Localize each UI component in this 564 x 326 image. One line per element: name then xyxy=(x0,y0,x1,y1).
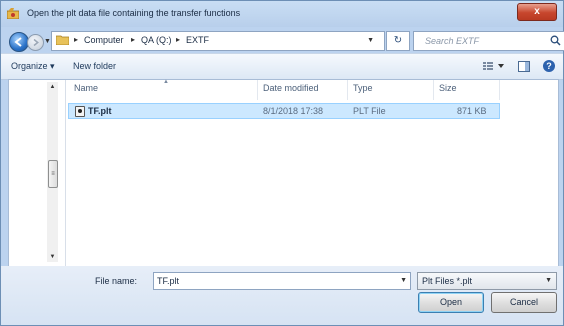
refresh-icon: ↻ xyxy=(393,35,403,46)
column-separator[interactable] xyxy=(499,80,500,100)
back-arrow-icon xyxy=(14,37,22,47)
forward-button[interactable] xyxy=(27,34,44,51)
file-name-value: TF.plt xyxy=(157,276,180,286)
scroll-up-arrow-icon[interactable]: ▲ xyxy=(47,84,58,90)
help-icon[interactable]: ? xyxy=(543,60,555,72)
column-header-date[interactable]: Date modified xyxy=(263,83,319,93)
refresh-button[interactable]: ↻ xyxy=(386,31,410,51)
pane-divider[interactable] xyxy=(65,80,66,266)
forward-arrow-icon xyxy=(33,38,39,47)
file-type: PLT File xyxy=(353,106,386,116)
column-header-name[interactable]: Name xyxy=(74,83,98,93)
search-icon[interactable] xyxy=(550,35,561,46)
navigation-bar: ▼ ▸ Computer ▸ QA (Q:) ▸ EXTF ▼ ↻ Search… xyxy=(1,27,564,53)
app-icon xyxy=(6,8,20,20)
breadcrumb-computer[interactable]: Computer xyxy=(84,35,124,45)
address-bar[interactable]: ▸ Computer ▸ QA (Q:) ▸ EXTF ▼ xyxy=(51,31,385,51)
close-button[interactable]: x xyxy=(517,3,557,21)
file-name-input[interactable]: TF.plt ▼ xyxy=(153,272,411,290)
file-type-filter-value: Plt Files *.plt xyxy=(422,276,473,286)
open-file-dialog: Open the plt data file containing the tr… xyxy=(0,0,564,326)
file-row-selected[interactable]: TF.plt 8/1/2018 17:38 PLT File 871 KB xyxy=(68,103,500,119)
file-name: TF.plt xyxy=(88,106,112,116)
file-name-label: File name: xyxy=(95,276,138,286)
cancel-button[interactable]: Cancel xyxy=(491,292,557,313)
plt-file-icon xyxy=(75,106,85,117)
new-folder-button[interactable]: New folder xyxy=(73,61,116,71)
navigation-pane[interactable]: ▲ ≡ ▼ xyxy=(9,80,65,266)
file-date: 8/1/2018 17:38 xyxy=(263,106,324,116)
change-view-button[interactable] xyxy=(483,61,505,73)
back-button[interactable] xyxy=(9,32,29,52)
address-dropdown-icon[interactable]: ▼ xyxy=(367,37,374,44)
scrollbar-thumb[interactable]: ≡ xyxy=(48,160,58,188)
scroll-down-arrow-icon[interactable]: ▼ xyxy=(47,254,58,260)
breadcrumb-chevron-icon[interactable]: ▸ xyxy=(74,35,78,44)
search-input[interactable]: Search EXTF xyxy=(413,31,564,51)
folder-icon xyxy=(55,35,70,46)
column-separator[interactable] xyxy=(347,80,348,100)
column-header-type[interactable]: Type xyxy=(353,83,373,93)
column-header-size[interactable]: Size xyxy=(439,83,457,93)
breadcrumb-chevron-icon[interactable]: ▸ xyxy=(131,35,135,44)
search-placeholder: Search EXTF xyxy=(425,36,480,46)
column-separator[interactable] xyxy=(257,80,258,100)
organize-button[interactable]: Organize ▾ xyxy=(11,61,55,72)
file-name-dropdown-icon[interactable]: ▼ xyxy=(400,277,407,284)
view-options-icon xyxy=(483,62,504,70)
breadcrumb-chevron-icon[interactable]: ▸ xyxy=(176,35,180,44)
chevron-down-icon: ▼ xyxy=(545,277,552,284)
dialog-footer: File name: TF.plt ▼ Plt Files *.plt ▼ Op… xyxy=(1,266,563,325)
sort-ascending-icon: ▲ xyxy=(163,79,169,85)
open-button[interactable]: Open xyxy=(418,292,484,313)
file-size: 871 KB xyxy=(457,106,487,116)
navigation-scrollbar[interactable]: ▲ ≡ ▼ xyxy=(47,82,58,262)
preview-pane-icon xyxy=(518,61,530,72)
command-bar: Organize ▾ New folder ? xyxy=(1,53,563,80)
recent-locations-dropdown[interactable]: ▼ xyxy=(44,38,51,45)
column-separator[interactable] xyxy=(433,80,434,100)
window-title: Open the plt data file containing the tr… xyxy=(27,8,241,18)
breadcrumb-folder[interactable]: EXTF xyxy=(186,35,209,45)
title-bar[interactable]: Open the plt data file containing the tr… xyxy=(1,1,563,27)
file-type-filter-select[interactable]: Plt Files *.plt ▼ xyxy=(417,272,557,290)
breadcrumb-drive[interactable]: QA (Q:) xyxy=(141,35,172,45)
preview-pane-button[interactable] xyxy=(518,61,530,74)
file-browser: ▲ ≡ ▼ ▲ Name Date modified Type Size TF.… xyxy=(8,79,559,267)
